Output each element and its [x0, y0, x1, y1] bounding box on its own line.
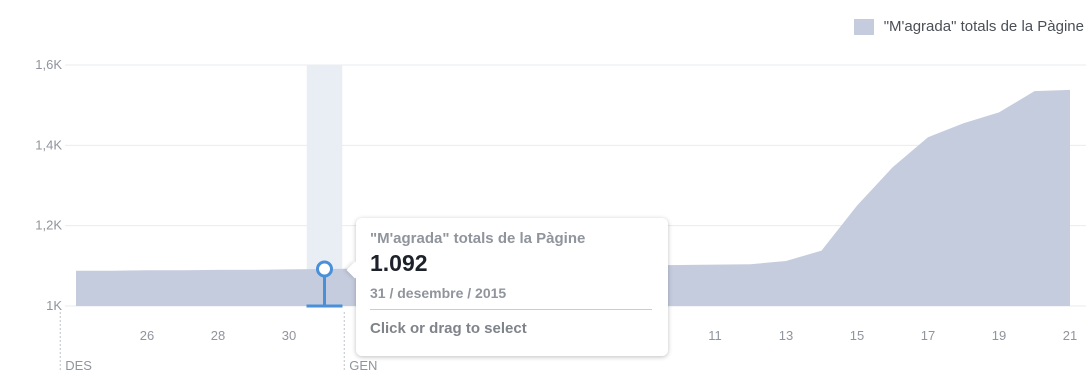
x-tick-label: 30 — [282, 328, 296, 343]
y-tick-label: 1,2K — [35, 218, 62, 233]
y-tick-label: 1,6K — [35, 57, 62, 72]
legend: "M'agrada" totals de la Pàgine — [853, 18, 1084, 35]
x-tick-label: 11 — [708, 328, 722, 343]
x-tick-label: 13 — [779, 328, 793, 343]
y-tick-label: 1,4K — [35, 137, 62, 152]
marker-point[interactable] — [316, 260, 333, 278]
legend-swatch — [853, 18, 874, 35]
x-tick-label: 15 — [850, 328, 864, 343]
tooltip-value: 1.092 — [370, 250, 428, 276]
month-label: DES — [65, 358, 92, 372]
tooltip-hint: Click or drag to select — [370, 320, 527, 337]
x-tick-label: 17 — [921, 328, 935, 343]
tooltip: "M'agrada" totals de la Pàgine 1.092 31 … — [356, 218, 668, 356]
x-tick-label: 19 — [992, 328, 1006, 343]
x-tick-label: 21 — [1063, 328, 1077, 343]
tooltip-series-name: "M'agrada" totals de la Pàgine — [370, 230, 586, 247]
legend-label: "M'agrada" totals de la Pàgine — [883, 18, 1084, 35]
month-label: GEN — [349, 358, 377, 372]
tooltip-date: 31 / desembre / 2015 — [370, 285, 652, 310]
y-tick-label: 1K — [46, 298, 62, 313]
x-tick-label: 28 — [211, 328, 225, 343]
x-tick-label: 26 — [140, 328, 154, 343]
